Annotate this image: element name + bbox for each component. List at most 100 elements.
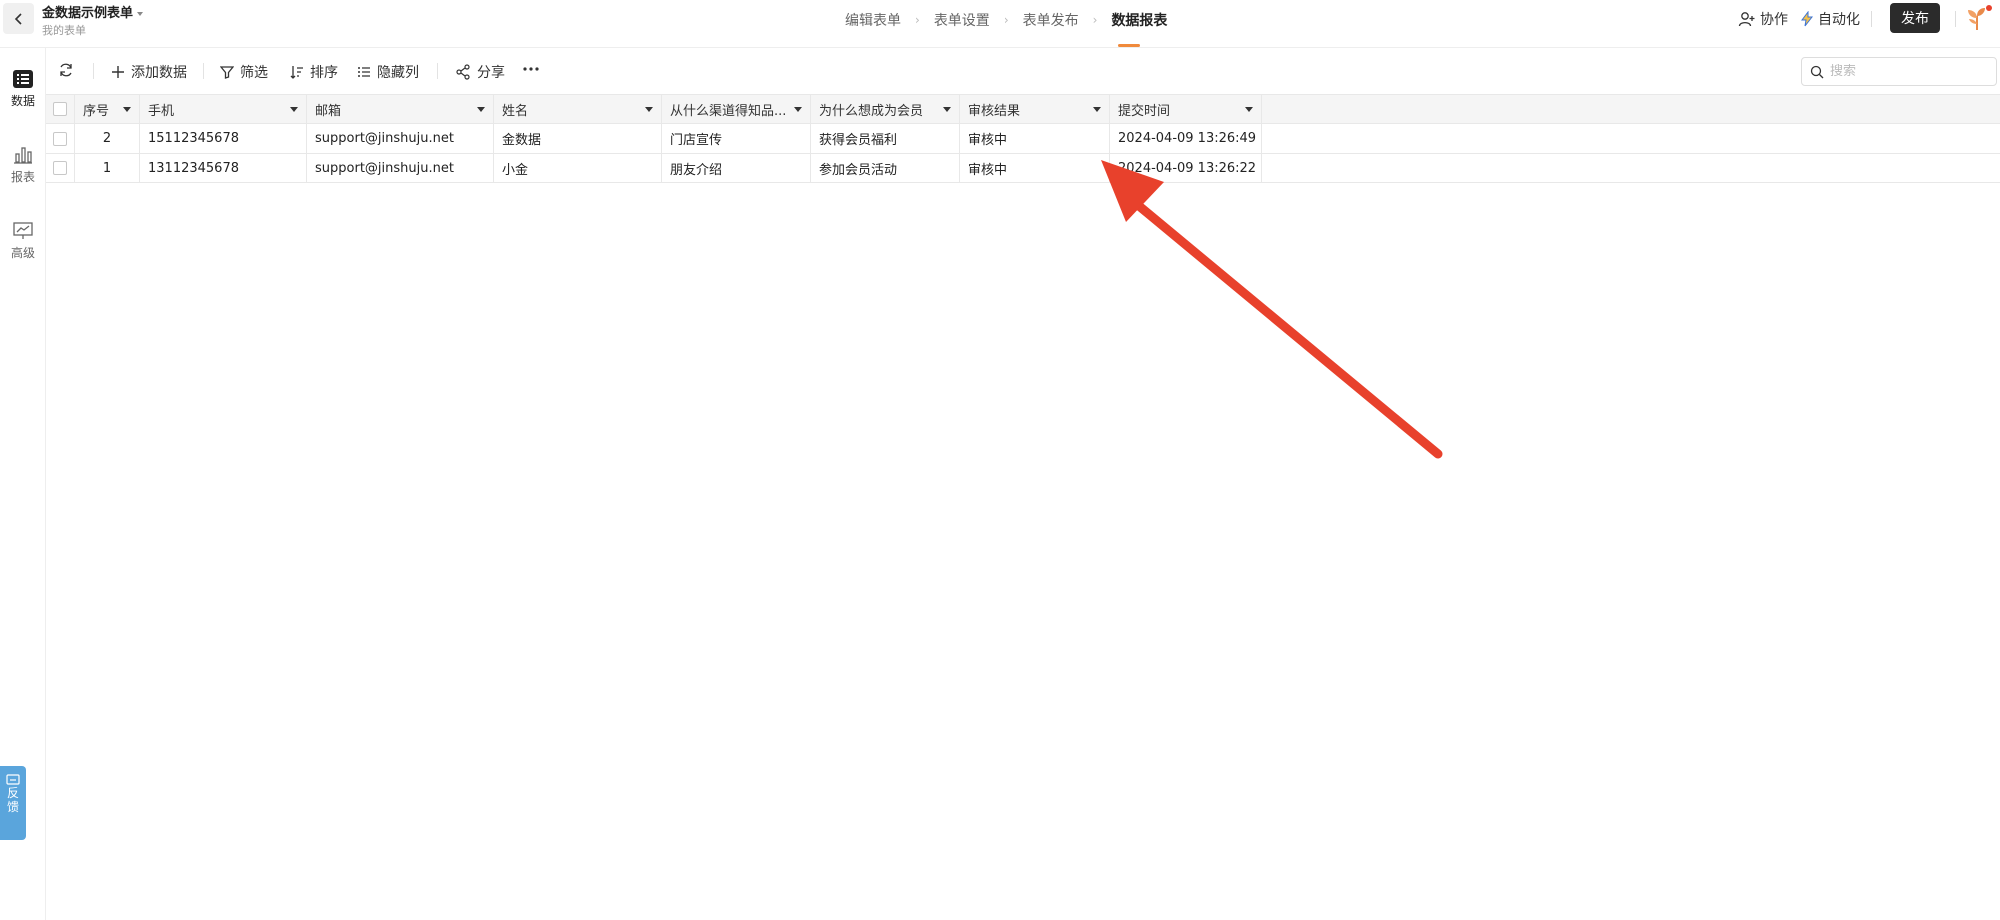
column-header-submit-time[interactable]: 提交时间 bbox=[1110, 95, 1262, 123]
more-button[interactable] bbox=[522, 60, 540, 78]
hide-columns-button[interactable]: 隐藏列 bbox=[357, 62, 419, 82]
divider bbox=[93, 63, 94, 79]
collab-button[interactable]: 协作 bbox=[1738, 9, 1788, 29]
sort-button[interactable]: 排序 bbox=[290, 62, 338, 82]
search-icon bbox=[1810, 65, 1824, 78]
caret-down-icon[interactable] bbox=[794, 107, 802, 112]
plus-icon bbox=[112, 66, 124, 78]
hide-columns-label: 隐藏列 bbox=[377, 65, 419, 81]
column-header-label: 姓名 bbox=[502, 103, 529, 119]
form-subtitle[interactable]: 我的表单 bbox=[42, 22, 86, 38]
divider bbox=[1871, 11, 1872, 27]
caret-down-icon[interactable] bbox=[645, 107, 653, 112]
table-cell[interactable]: 参加会员活动 bbox=[811, 154, 960, 182]
column-header-reason[interactable]: 为什么想成为会员 bbox=[811, 95, 960, 123]
caret-down-icon[interactable] bbox=[477, 107, 485, 112]
table-cell[interactable]: 审核中 bbox=[960, 154, 1110, 182]
table-cell[interactable]: 审核中 bbox=[960, 124, 1110, 153]
chevron-right-icon: › bbox=[1003, 13, 1009, 27]
step-edit-form[interactable]: 编辑表单 bbox=[845, 10, 901, 30]
caret-down-icon[interactable] bbox=[290, 107, 298, 112]
back-button[interactable] bbox=[3, 3, 34, 34]
share-button[interactable]: 分享 bbox=[455, 62, 505, 82]
table-header-row: 序号 手机 邮箱 姓名 从什么渠道得知品... 为什么想成为会员 审核结果 提交… bbox=[46, 94, 2000, 124]
chevron-right-icon: › bbox=[915, 13, 920, 27]
row-select-cell bbox=[46, 154, 75, 182]
table-cell[interactable]: 金数据 bbox=[494, 124, 662, 153]
automation-label: 自动化 bbox=[1818, 12, 1860, 28]
step-navigation: 编辑表单 › 表单设置 › 表单发布 › 数据报表 bbox=[845, 10, 1167, 30]
chevron-left-icon bbox=[14, 12, 22, 25]
table-cell[interactable]: support@jinshuju.net bbox=[307, 154, 494, 182]
column-header-email[interactable]: 邮箱 bbox=[307, 95, 494, 123]
row-checkbox[interactable] bbox=[53, 161, 67, 175]
row-select-cell bbox=[46, 124, 75, 153]
search-box[interactable] bbox=[1801, 57, 1997, 86]
column-header-label: 手机 bbox=[148, 103, 175, 119]
step-form-publish[interactable]: 表单发布 bbox=[1023, 10, 1079, 30]
caret-down-icon[interactable] bbox=[123, 107, 131, 112]
caret-down-icon[interactable] bbox=[1093, 107, 1101, 112]
caret-down-icon bbox=[137, 11, 144, 16]
table-cell[interactable]: 1 bbox=[75, 154, 140, 182]
column-header-label: 序号 bbox=[83, 103, 110, 119]
nav-item-advanced[interactable]: 高级 bbox=[0, 222, 46, 261]
feedback-button[interactable]: 反 馈 bbox=[0, 766, 26, 840]
user-avatar[interactable] bbox=[1963, 4, 1993, 32]
top-header: 金数据示例表单 我的表单 编辑表单 › 表单设置 › 表单发布 › 数据报表 协… bbox=[0, 0, 2000, 48]
column-header-channel[interactable]: 从什么渠道得知品... bbox=[662, 95, 811, 123]
table-cell[interactable]: 朋友介绍 bbox=[662, 154, 811, 182]
publish-button[interactable]: 发布 bbox=[1890, 3, 1940, 33]
step-form-settings[interactable]: 表单设置 bbox=[934, 10, 990, 30]
table-cell[interactable]: 2024-04-09 13:26:49 bbox=[1110, 124, 1262, 153]
automation-button[interactable]: 自动化 bbox=[1800, 9, 1860, 29]
filter-button[interactable]: 筛选 bbox=[220, 62, 268, 82]
presentation-icon bbox=[13, 222, 33, 239]
divider bbox=[437, 63, 438, 79]
select-all-checkbox[interactable] bbox=[53, 102, 67, 116]
nav-item-data[interactable]: 数据 bbox=[0, 70, 46, 109]
table-cell[interactable]: 获得会员福利 bbox=[811, 124, 960, 153]
column-header-label: 从什么渠道得知品... bbox=[670, 103, 787, 119]
add-data-label: 添加数据 bbox=[131, 65, 187, 81]
table-row[interactable]: 2 15112345678 support@jinshuju.net 金数据 门… bbox=[46, 124, 2000, 154]
more-icon bbox=[523, 67, 539, 71]
caret-down-icon[interactable] bbox=[943, 107, 951, 112]
table-cell[interactable]: 15112345678 bbox=[140, 124, 307, 153]
nav-item-label: 高级 bbox=[10, 246, 35, 260]
table-row[interactable]: 1 13112345678 support@jinshuju.net 小金 朋友… bbox=[46, 154, 2000, 183]
table-cell[interactable]: 13112345678 bbox=[140, 154, 307, 182]
table-cell[interactable]: 门店宣传 bbox=[662, 124, 811, 153]
form-title[interactable]: 金数据示例表单 bbox=[42, 2, 144, 21]
column-header-name[interactable]: 姓名 bbox=[494, 95, 662, 123]
search-input[interactable] bbox=[1830, 64, 1980, 79]
add-data-button[interactable]: 添加数据 bbox=[111, 62, 187, 82]
column-header-phone[interactable]: 手机 bbox=[140, 95, 307, 123]
table-cell[interactable]: 小金 bbox=[494, 154, 662, 182]
caret-down-icon[interactable] bbox=[1245, 107, 1253, 112]
nav-item-label: 报表 bbox=[10, 170, 35, 184]
column-header-review-result[interactable]: 审核结果 bbox=[960, 95, 1110, 123]
table-cell[interactable]: 2 bbox=[75, 124, 140, 153]
divider bbox=[1955, 11, 1956, 27]
bar-chart-icon bbox=[14, 147, 32, 164]
lightning-icon bbox=[1801, 11, 1814, 27]
nav-item-label: 数据 bbox=[10, 94, 35, 108]
column-header-label: 邮箱 bbox=[315, 103, 342, 119]
step-data-report[interactable]: 数据报表 bbox=[1111, 10, 1167, 30]
sort-label: 排序 bbox=[310, 65, 338, 81]
refresh-icon bbox=[60, 63, 72, 77]
active-step-indicator bbox=[1118, 44, 1140, 47]
plant-logo-icon bbox=[1968, 5, 1992, 30]
sort-icon bbox=[290, 66, 303, 79]
table-cell[interactable]: support@jinshuju.net bbox=[307, 124, 494, 153]
column-header-index[interactable]: 序号 bbox=[75, 95, 140, 123]
filter-icon bbox=[220, 66, 234, 79]
row-checkbox[interactable] bbox=[53, 131, 67, 146]
table-cell[interactable]: 2024-04-09 13:26:22 bbox=[1110, 154, 1262, 182]
column-header-label: 提交时间 bbox=[1118, 103, 1171, 119]
nav-item-report[interactable]: 报表 bbox=[0, 146, 46, 185]
refresh-button[interactable] bbox=[58, 62, 74, 78]
list-icon bbox=[13, 70, 33, 88]
share-icon bbox=[456, 64, 470, 80]
